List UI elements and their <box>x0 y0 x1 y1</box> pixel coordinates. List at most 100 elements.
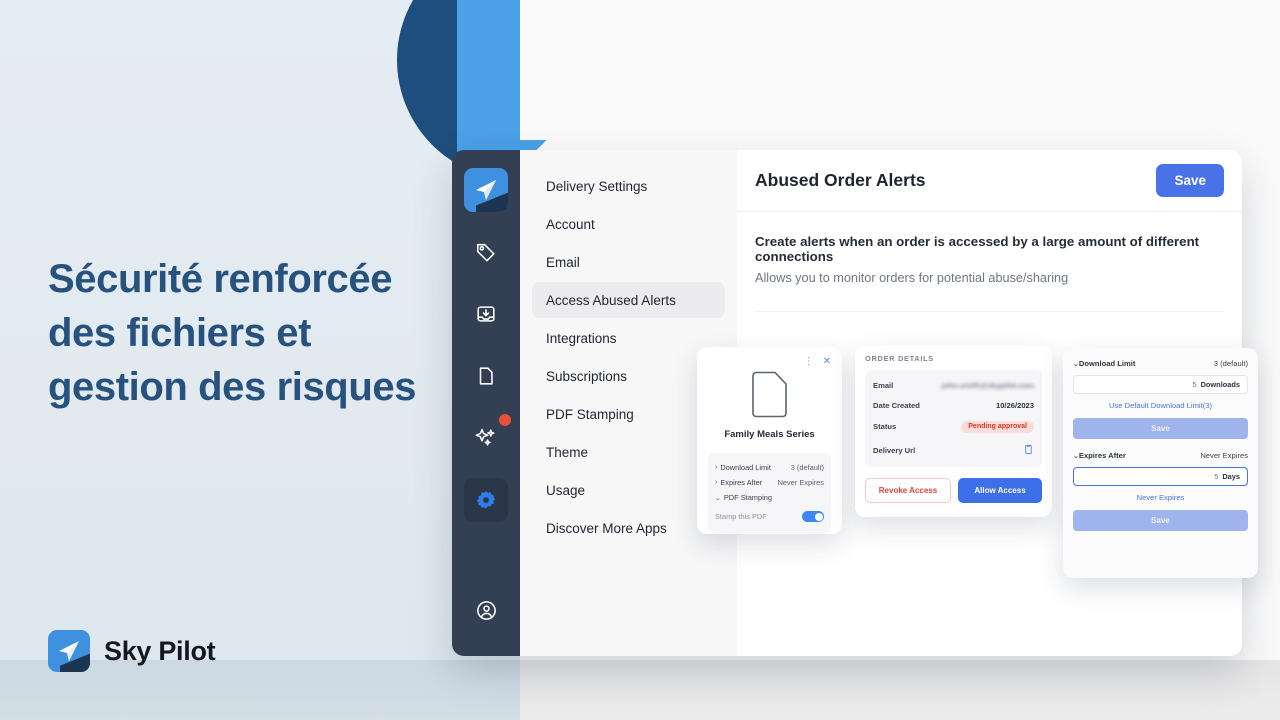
file-row-expires-after[interactable]: › Expires After Never Expires <box>714 475 825 490</box>
card-section-divider <box>1073 441 1248 449</box>
input-value: 5 <box>1214 472 1219 481</box>
chevron-down-icon: ⌄ <box>715 494 721 502</box>
rail-item-whats-new[interactable] <box>464 414 511 460</box>
gear-icon <box>476 491 496 509</box>
sidebar-item-delivery-settings[interactable]: Delivery Settings <box>532 168 725 204</box>
sidebar-item-label: Access Abused Alerts <box>546 292 676 308</box>
page-headline: Sécurité renforcée des fichiers et gesti… <box>48 252 448 414</box>
row-label: Date Created <box>873 400 920 410</box>
order-row-delivery-url: Delivery Url <box>873 438 1034 462</box>
sidebar-item-label: Usage <box>546 482 586 498</box>
description-subtext: Allows you to monitor orders for potenti… <box>755 271 1069 285</box>
icon-rail <box>452 150 520 656</box>
input-unit: Days <box>1222 472 1240 481</box>
rail-item-orders[interactable] <box>464 292 508 336</box>
file-name: Family Meals Series <box>724 429 815 440</box>
row-label: Email <box>873 380 894 390</box>
file-row-download-limit[interactable]: › Download Limit 3 (default) <box>714 460 825 475</box>
right-background-footer <box>520 660 1280 720</box>
expires-after-save-button[interactable]: Save <box>1073 510 1248 531</box>
row-label: Download Limit <box>720 463 771 472</box>
tag-icon <box>476 243 495 262</box>
row-value: Never Expires <box>777 478 824 487</box>
row-value-date: 10/26/2023 <box>995 400 1034 410</box>
order-row-date-created: Date Created 10/26/2023 <box>873 395 1034 415</box>
brand-lockup: Sky Pilot <box>48 630 216 672</box>
page-title: Abused Order Alerts <box>755 170 926 190</box>
file-icon <box>479 367 493 385</box>
section-divider <box>755 311 1224 312</box>
chevron-right-icon: › <box>715 464 718 471</box>
chevron-right-icon: › <box>715 479 718 486</box>
order-action-buttons: Revoke Access Allow Access <box>865 478 1042 503</box>
sidebar-item-integrations[interactable]: Integrations <box>532 320 725 356</box>
save-button[interactable]: Save <box>1156 164 1224 197</box>
input-unit: Downloads <box>1200 380 1240 389</box>
download-limit-section: ⌄Download Limit 3 (default) 5 Downloads … <box>1073 357 1248 441</box>
rail-item-logo[interactable] <box>464 168 508 212</box>
stamp-toggle[interactable] <box>802 511 824 522</box>
sidebar-item-label: Email <box>546 254 580 270</box>
section-value: Never Expires <box>1200 451 1248 460</box>
kebab-menu-icon[interactable]: ⋮ <box>804 357 814 367</box>
headline-line-1: Sécurité renforcée <box>48 257 393 301</box>
file-row-stamp-this-pdf: Stamp this PDF <box>714 505 825 525</box>
download-limit-header[interactable]: ⌄Download Limit 3 (default) <box>1073 359 1248 368</box>
revoke-access-button[interactable]: Revoke Access <box>865 478 951 503</box>
sidebar-item-label: Integrations <box>546 330 617 346</box>
access-limits-card: ⌄Download Limit 3 (default) 5 Downloads … <box>1063 348 1258 578</box>
main-header: Abused Order Alerts Save <box>737 150 1242 212</box>
main-body: Create alerts when an order is accessed … <box>737 212 1242 312</box>
download-limit-input[interactable]: 5 Downloads <box>1073 375 1248 394</box>
file-row-pdf-stamping[interactable]: ⌄ PDF Stamping <box>714 490 825 505</box>
order-details-title: ORDER DETAILS <box>865 354 934 363</box>
sky-pilot-logo-icon <box>48 630 90 672</box>
sidebar-item-email[interactable]: Email <box>532 244 725 280</box>
row-label: PDF Stamping <box>723 493 772 502</box>
section-value: 3 (default) <box>1213 359 1248 368</box>
order-details-card: ORDER DETAILS Email john.smith@skypilot.… <box>855 345 1052 517</box>
rail-item-account[interactable] <box>464 588 508 632</box>
user-circle-icon <box>476 600 496 620</box>
sidebar-item-account[interactable]: Account <box>532 206 725 242</box>
sidebar-item-label: Account <box>546 216 595 232</box>
row-value: 3 (default) <box>790 463 824 472</box>
paper-plane-icon <box>59 641 79 661</box>
download-limit-save-button[interactable]: Save <box>1073 418 1248 439</box>
order-details-rows: Email john.smith@skypilot.com Date Creat… <box>865 370 1042 467</box>
sidebar-item-label: Subscriptions <box>546 368 628 384</box>
section-label: Expires After <box>1078 451 1126 460</box>
sidebar-item-label: Delivery Settings <box>546 178 648 194</box>
sky-pilot-logo-icon <box>476 180 496 200</box>
allow-access-button[interactable]: Allow Access <box>958 478 1042 503</box>
status-badge: Pending approval <box>961 420 1034 433</box>
rail-item-files[interactable] <box>464 354 508 398</box>
sidebar-item-label: Theme <box>546 444 589 460</box>
expires-after-input[interactable]: 5 Days <box>1073 467 1248 486</box>
use-default-download-limit-link[interactable]: Use Default Download Limit(3) <box>1073 401 1248 410</box>
sparkles-icon <box>475 428 495 446</box>
file-card-toolbar: ⋮ ✕ <box>708 357 831 367</box>
row-label: Status <box>873 422 897 431</box>
rail-item-settings[interactable] <box>464 478 508 522</box>
description-heading: Create alerts when an order is accessed … <box>755 234 1200 264</box>
toggle-knob <box>814 512 823 521</box>
never-expires-link[interactable]: Never Expires <box>1073 493 1248 502</box>
headline-line-3: gestion des risques <box>48 365 417 409</box>
expires-after-section: ⌄Expires After Never Expires 5 Days Neve… <box>1073 449 1248 533</box>
sidebar-item-label: PDF Stamping <box>546 406 634 422</box>
order-row-email: Email john.smith@skypilot.com <box>873 375 1034 395</box>
order-row-status: Status Pending approval <box>873 415 1034 438</box>
rail-item-products[interactable] <box>464 230 508 274</box>
expires-after-header[interactable]: ⌄Expires After Never Expires <box>1073 451 1248 460</box>
copy-icon[interactable] <box>1023 444 1034 457</box>
input-value: 5 <box>1192 380 1197 389</box>
close-icon[interactable]: ✕ <box>823 357 831 367</box>
file-settings-rows: › Download Limit 3 (default) › Expires Aft… <box>708 453 831 533</box>
brand-name: Sky Pilot <box>104 635 216 666</box>
decorative-clip-mask <box>520 0 600 140</box>
headline-line-2: des fichiers et <box>48 311 312 355</box>
sidebar-item-access-abused-alerts[interactable]: Access Abused Alerts <box>532 282 725 318</box>
row-label: Delivery Url <box>873 445 916 455</box>
file-settings-card: ⋮ ✕ Family Meals Series › Download Limit … <box>697 347 842 534</box>
